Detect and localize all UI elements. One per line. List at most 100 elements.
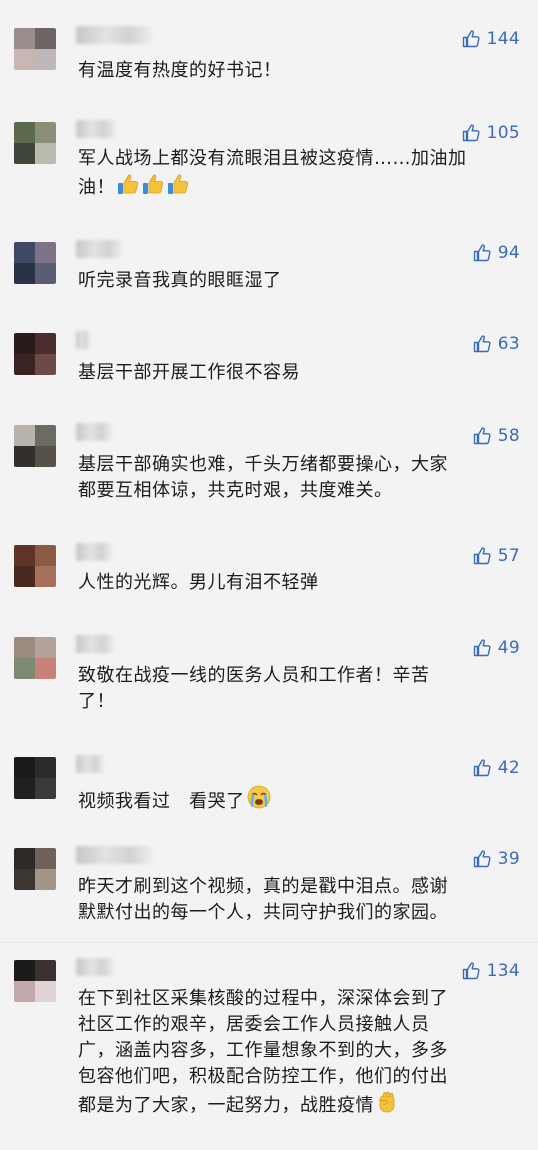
like-count: 144	[486, 29, 520, 49]
comment-text-body: 基层干部开展工作很不容易	[78, 362, 300, 383]
avatar-pixel	[35, 981, 56, 1002]
avatar[interactable]	[14, 122, 56, 164]
comment-text: 军人战场上都没有流眼泪且被这疫情……加油加 油！	[78, 146, 518, 201]
username-blurred[interactable]	[76, 331, 90, 349]
username-blurred[interactable]	[76, 423, 112, 441]
avatar[interactable]	[14, 960, 56, 1002]
emoji-group	[245, 785, 272, 812]
like-button[interactable]: 57	[472, 545, 520, 567]
avatar[interactable]	[14, 757, 56, 799]
like-button[interactable]: 58	[472, 425, 520, 447]
thumbs-up-icon	[472, 426, 492, 446]
like-button[interactable]: 63	[472, 333, 520, 355]
avatar[interactable]	[14, 545, 56, 587]
avatar-pixel	[35, 778, 56, 799]
emoji-group	[115, 174, 190, 198]
avatar-pixel	[14, 354, 35, 375]
avatar-pixel	[35, 566, 56, 587]
like-button[interactable]: 39	[472, 848, 520, 870]
avatar-pixel	[14, 242, 35, 263]
avatar-pixel	[35, 446, 56, 467]
thumbs-up-icon	[472, 849, 492, 869]
like-count: 105	[486, 123, 520, 143]
like-count: 134	[486, 961, 520, 981]
avatar-pixel	[14, 446, 35, 467]
like-button[interactable]: 105	[461, 122, 520, 144]
comment-text: 听完录音我真的眼眶湿了	[78, 268, 518, 294]
thumbs-up-icon	[472, 758, 492, 778]
comment-list: 144 有温度有热度的好书记！ 105 军人战场上都没有流眼泪且被这疫情……加油…	[0, 0, 538, 1150]
avatar-pixel	[35, 28, 56, 49]
like-count: 57	[497, 546, 520, 566]
comment-text-body: 有温度有热度的好书记！	[78, 60, 282, 81]
comment-text-body: 基层干部确实也难，千头万绪都要操心，大家 都要互相体谅，共克时艰，共度难关。	[78, 454, 448, 501]
comment-text: 致敬在战疫一线的医务人员和工作者！辛苦 了！	[78, 663, 518, 715]
comment-text-body: 致敬在战疫一线的医务人员和工作者！辛苦 了！	[78, 665, 430, 712]
comment-text: 视频我看过 看哭了	[78, 784, 518, 815]
thumbs-up-icon	[472, 638, 492, 658]
avatar-pixel	[14, 869, 35, 890]
username-blurred[interactable]	[76, 26, 152, 44]
avatar-pixel	[14, 981, 35, 1002]
avatar[interactable]	[14, 242, 56, 284]
thumbs-up-icon	[472, 334, 492, 354]
comment-item: 144 有温度有热度的好书记！	[0, 26, 538, 90]
avatar-pixel	[35, 333, 56, 354]
avatar-pixel	[35, 869, 56, 890]
avatar-pixel	[14, 637, 35, 658]
comment-text-body: 视频我看过 看哭了	[78, 791, 245, 812]
crying-face-emoji	[246, 784, 272, 810]
avatar-pixel	[14, 960, 35, 981]
username-blurred[interactable]	[76, 543, 112, 561]
avatar-pixel	[35, 49, 56, 70]
username-blurred[interactable]	[76, 958, 114, 976]
username-blurred[interactable]	[76, 755, 104, 773]
avatar-pixel	[14, 757, 35, 778]
comment-text: 基层干部确实也难，千头万绪都要操心，大家 都要互相体谅，共克时艰，共度难关。	[78, 452, 518, 504]
avatar-pixel	[35, 354, 56, 375]
raised-fist-emoji	[375, 1090, 399, 1114]
comment-text: 昨天才刷到这个视频，真的是戳中泪点。感谢 默默付出的每一个人，共同守护我们的家园…	[78, 874, 518, 926]
comment-text: 在下到社区采集核酸的过程中，深深体会到了 社区工作的艰辛，居委会工作人员接触人员…	[78, 986, 518, 1119]
like-count: 58	[497, 426, 520, 446]
like-count: 39	[497, 849, 520, 869]
thumbs-up-icon	[461, 961, 481, 981]
thumbs-up-icon	[472, 243, 492, 263]
avatar-pixel	[35, 242, 56, 263]
avatar-pixel	[14, 143, 35, 164]
avatar-pixel	[14, 848, 35, 869]
avatar-pixel	[14, 333, 35, 354]
username-blurred[interactable]	[76, 635, 114, 653]
comment-text: 基层干部开展工作很不容易	[78, 360, 518, 386]
avatar-pixel	[14, 778, 35, 799]
avatar-pixel	[14, 28, 35, 49]
avatar[interactable]	[14, 637, 56, 679]
like-button[interactable]: 134	[461, 960, 520, 982]
like-button[interactable]: 42	[472, 757, 520, 779]
divider	[0, 942, 538, 943]
username-blurred[interactable]	[76, 846, 152, 864]
thumbs-up-emoji	[141, 172, 165, 196]
avatar-pixel	[14, 49, 35, 70]
like-button[interactable]: 144	[461, 28, 520, 50]
avatar-pixel	[35, 143, 56, 164]
avatar[interactable]	[14, 333, 56, 375]
thumbs-up-emoji	[166, 172, 190, 196]
avatar-pixel	[35, 757, 56, 778]
avatar-pixel	[35, 658, 56, 679]
username-blurred[interactable]	[76, 240, 122, 258]
username-blurred[interactable]	[76, 120, 116, 138]
thumbs-up-icon	[472, 546, 492, 566]
avatar[interactable]	[14, 425, 56, 467]
like-button[interactable]: 94	[472, 242, 520, 264]
comment-text-body: 人性的光辉。男儿有泪不轻弹	[78, 572, 319, 593]
avatar[interactable]	[14, 848, 56, 890]
thumbs-up-icon	[461, 29, 481, 49]
avatar-pixel	[35, 425, 56, 446]
comment-text-body: 听完录音我真的眼眶湿了	[78, 270, 282, 291]
comment-text: 人性的光辉。男儿有泪不轻弹	[78, 570, 518, 596]
avatar[interactable]	[14, 28, 56, 70]
like-button[interactable]: 49	[472, 637, 520, 659]
emoji-group	[374, 1091, 399, 1116]
comment-text-body: 昨天才刷到这个视频，真的是戳中泪点。感谢 默默付出的每一个人，共同守护我们的家园…	[78, 876, 448, 923]
